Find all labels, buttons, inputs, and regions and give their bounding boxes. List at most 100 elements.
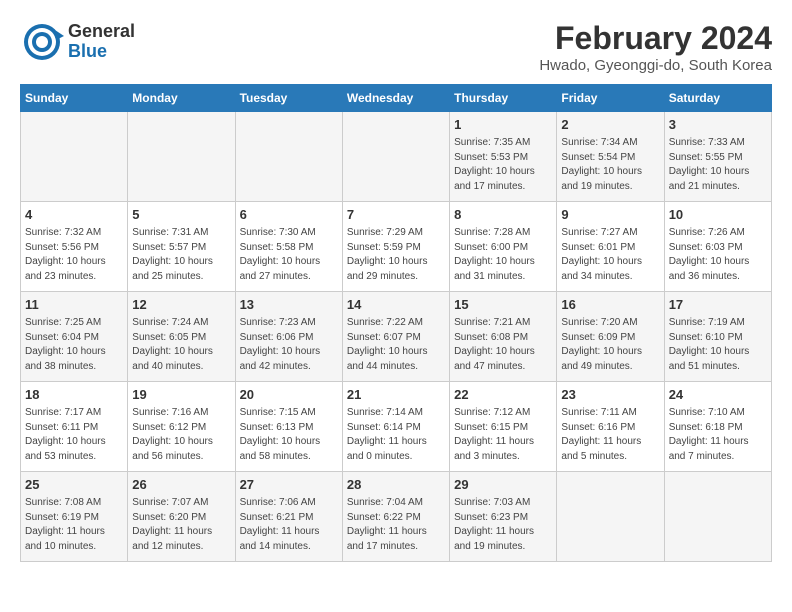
day-info: Sunrise: 7:12 AM Sunset: 6:15 PM Dayligh…	[454, 406, 552, 464]
day-info: Sunrise: 7:10 AM Sunset: 6:18 PM Dayligh…	[669, 406, 767, 464]
day-number: 11	[25, 296, 123, 314]
day-info: Sunrise: 7:32 AM Sunset: 5:56 PM Dayligh…	[25, 226, 123, 284]
calendar-header-row: SundayMondayTuesdayWednesdayThursdayFrid…	[21, 85, 772, 112]
day-header-monday: Monday	[128, 85, 235, 112]
day-number: 17	[669, 296, 767, 314]
day-header-sunday: Sunday	[21, 85, 128, 112]
day-number: 22	[454, 386, 552, 404]
calendar-cell: 23Sunrise: 7:11 AM Sunset: 6:16 PM Dayli…	[557, 382, 664, 472]
day-number: 25	[25, 476, 123, 494]
day-info: Sunrise: 7:07 AM Sunset: 6:20 PM Dayligh…	[132, 496, 230, 554]
day-number: 2	[561, 116, 659, 134]
calendar-cell: 11 Sunrise: 7:25 AM Sunset: 6:04 PM Dayli…	[21, 292, 128, 382]
calendar-cell: 8 Sunrise: 7:28 AM Sunset: 6:00 PM Daylig…	[450, 202, 557, 292]
calendar-cell	[235, 112, 342, 202]
day-number: 15	[454, 296, 552, 314]
calendar-week-row: 1 Sunrise: 7:35 AM Sunset: 5:53 PM Daylig…	[21, 112, 772, 202]
day-number: 19	[132, 386, 230, 404]
day-header-friday: Friday	[557, 85, 664, 112]
day-info: Sunrise: 7:31 AM Sunset: 5:57 PM Dayligh…	[132, 226, 230, 284]
day-header-thursday: Thursday	[450, 85, 557, 112]
calendar-cell: 6 Sunrise: 7:30 AM Sunset: 5:58 PM Daylig…	[235, 202, 342, 292]
day-info: Sunrise: 7:08 AM Sunset: 6:19 PM Dayligh…	[25, 496, 123, 554]
day-number: 13	[240, 296, 338, 314]
calendar-cell: 10Sunrise: 7:26 AM Sunset: 6:03 PM Dayli…	[664, 202, 771, 292]
day-number: 14	[347, 296, 445, 314]
calendar-cell: 3Sunrise: 7:33 AM Sunset: 5:55 PM Daylig…	[664, 112, 771, 202]
main-title: February 2024	[539, 20, 772, 57]
logo-text-blue: Blue	[68, 42, 135, 62]
day-number: 27	[240, 476, 338, 494]
day-info: Sunrise: 7:16 AM Sunset: 6:12 PM Dayligh…	[132, 406, 230, 464]
day-info: Sunrise: 7:34 AM Sunset: 5:54 PM Dayligh…	[561, 136, 659, 194]
day-number: 18	[25, 386, 123, 404]
day-info: Sunrise: 7:14 AM Sunset: 6:14 PM Dayligh…	[347, 406, 445, 464]
day-header-tuesday: Tuesday	[235, 85, 342, 112]
calendar-cell: 16 Sunrise: 7:20 AM Sunset: 6:09 PM Dayli…	[557, 292, 664, 382]
calendar-cell	[342, 112, 449, 202]
day-number: 9	[561, 206, 659, 224]
calendar-week-row: 11 Sunrise: 7:25 AM Sunset: 6:04 PM Dayli…	[21, 292, 772, 382]
calendar-cell: 14Sunrise: 7:22 AM Sunset: 6:07 PM Dayli…	[342, 292, 449, 382]
day-info: Sunrise: 7:11 AM Sunset: 6:16 PM Dayligh…	[561, 406, 659, 464]
day-number: 29	[454, 476, 552, 494]
calendar-cell: 25 Sunrise: 7:08 AM Sunset: 6:19 PM Dayli…	[21, 472, 128, 562]
calendar-cell: 12 Sunrise: 7:24 AM Sunset: 6:05 PM Dayli…	[128, 292, 235, 382]
calendar-cell: 24 Sunrise: 7:10 AM Sunset: 6:18 PM Dayli…	[664, 382, 771, 472]
day-info: Sunrise: 7:24 AM Sunset: 6:05 PM Dayligh…	[132, 316, 230, 374]
calendar-cell: 21 Sunrise: 7:14 AM Sunset: 6:14 PM Dayli…	[342, 382, 449, 472]
day-header-saturday: Saturday	[664, 85, 771, 112]
day-number: 26	[132, 476, 230, 494]
day-number: 8	[454, 206, 552, 224]
logo: General Blue	[20, 20, 135, 64]
day-info: Sunrise: 7:04 AM Sunset: 6:22 PM Dayligh…	[347, 496, 445, 554]
day-info: Sunrise: 7:35 AM Sunset: 5:53 PM Dayligh…	[454, 136, 552, 194]
calendar-cell	[557, 472, 664, 562]
day-number: 24	[669, 386, 767, 404]
calendar-cell: 7Sunrise: 7:29 AM Sunset: 5:59 PM Daylig…	[342, 202, 449, 292]
calendar-cell	[664, 472, 771, 562]
day-info: Sunrise: 7:19 AM Sunset: 6:10 PM Dayligh…	[669, 316, 767, 374]
calendar-cell: 29 Sunrise: 7:03 AM Sunset: 6:23 PM Dayli…	[450, 472, 557, 562]
calendar-cell: 17 Sunrise: 7:19 AM Sunset: 6:10 PM Dayli…	[664, 292, 771, 382]
calendar-cell: 20 Sunrise: 7:15 AM Sunset: 6:13 PM Dayli…	[235, 382, 342, 472]
calendar-cell: 15Sunrise: 7:21 AM Sunset: 6:08 PM Dayli…	[450, 292, 557, 382]
calendar-table: SundayMondayTuesdayWednesdayThursdayFrid…	[20, 84, 772, 562]
calendar-week-row: 4 Sunrise: 7:32 AM Sunset: 5:56 PM Daylig…	[21, 202, 772, 292]
calendar-cell: 1 Sunrise: 7:35 AM Sunset: 5:53 PM Daylig…	[450, 112, 557, 202]
day-info: Sunrise: 7:29 AM Sunset: 5:59 PM Dayligh…	[347, 226, 445, 284]
day-info: Sunrise: 7:15 AM Sunset: 6:13 PM Dayligh…	[240, 406, 338, 464]
calendar-week-row: 18 Sunrise: 7:17 AM Sunset: 6:11 PM Dayli…	[21, 382, 772, 472]
day-info: Sunrise: 7:20 AM Sunset: 6:09 PM Dayligh…	[561, 316, 659, 374]
day-info: Sunrise: 7:28 AM Sunset: 6:00 PM Dayligh…	[454, 226, 552, 284]
day-number: 20	[240, 386, 338, 404]
day-number: 3	[669, 116, 767, 134]
calendar-week-row: 25 Sunrise: 7:08 AM Sunset: 6:19 PM Dayli…	[21, 472, 772, 562]
day-info: Sunrise: 7:06 AM Sunset: 6:21 PM Dayligh…	[240, 496, 338, 554]
day-info: Sunrise: 7:03 AM Sunset: 6:23 PM Dayligh…	[454, 496, 552, 554]
calendar-cell: 27 Sunrise: 7:06 AM Sunset: 6:21 PM Dayli…	[235, 472, 342, 562]
day-number: 4	[25, 206, 123, 224]
calendar-cell: 5 Sunrise: 7:31 AM Sunset: 5:57 PM Daylig…	[128, 202, 235, 292]
calendar-cell: 28 Sunrise: 7:04 AM Sunset: 6:22 PM Dayli…	[342, 472, 449, 562]
calendar-cell: 19 Sunrise: 7:16 AM Sunset: 6:12 PM Dayli…	[128, 382, 235, 472]
calendar-cell: 4 Sunrise: 7:32 AM Sunset: 5:56 PM Daylig…	[21, 202, 128, 292]
day-number: 5	[132, 206, 230, 224]
day-number: 6	[240, 206, 338, 224]
day-info: Sunrise: 7:17 AM Sunset: 6:11 PM Dayligh…	[25, 406, 123, 464]
day-number: 12	[132, 296, 230, 314]
calendar-cell: 26 Sunrise: 7:07 AM Sunset: 6:20 PM Dayli…	[128, 472, 235, 562]
title-block: February 2024 Hwado, Gyeonggi-do, South …	[539, 20, 772, 74]
calendar-cell	[128, 112, 235, 202]
day-number: 21	[347, 386, 445, 404]
calendar-cell: 18 Sunrise: 7:17 AM Sunset: 6:11 PM Dayli…	[21, 382, 128, 472]
day-number: 16	[561, 296, 659, 314]
calendar-cell: 2 Sunrise: 7:34 AM Sunset: 5:54 PM Daylig…	[557, 112, 664, 202]
day-header-wednesday: Wednesday	[342, 85, 449, 112]
day-info: Sunrise: 7:30 AM Sunset: 5:58 PM Dayligh…	[240, 226, 338, 284]
day-info: Sunrise: 7:25 AM Sunset: 6:04 PM Dayligh…	[25, 316, 123, 374]
day-number: 1	[454, 116, 552, 134]
day-number: 28	[347, 476, 445, 494]
subtitle: Hwado, Gyeonggi-do, South Korea	[539, 57, 772, 74]
day-info: Sunrise: 7:23 AM Sunset: 6:06 PM Dayligh…	[240, 316, 338, 374]
